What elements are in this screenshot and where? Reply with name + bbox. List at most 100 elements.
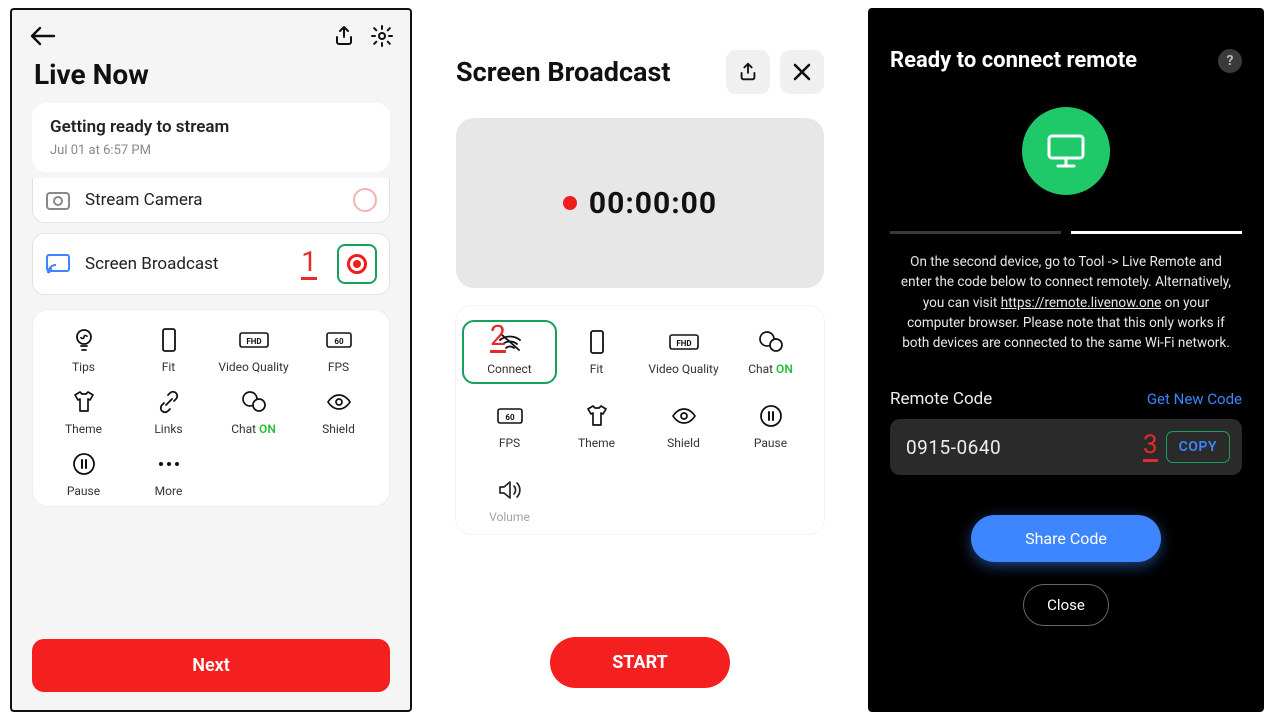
eye-icon	[326, 388, 352, 416]
close-button[interactable]	[780, 50, 824, 94]
close-button[interactable]: Close	[1023, 584, 1109, 626]
tool-pause[interactable]: Pause	[727, 402, 814, 450]
option-label: Screen Broadcast	[85, 254, 287, 274]
tool-label: FPS	[499, 436, 520, 450]
tool-theme[interactable]: Theme	[41, 388, 126, 436]
page-title: Live Now	[12, 48, 410, 103]
fhd-icon: FHD	[239, 326, 269, 354]
start-button[interactable]: START	[550, 637, 730, 688]
tool-tips[interactable]: Tips	[41, 326, 126, 374]
get-new-code-link[interactable]: Get New Code	[1147, 390, 1242, 408]
tool-label: Chat ON	[748, 362, 793, 376]
panel-live-now: Live Now Getting ready to stream Jul 01 …	[10, 8, 412, 712]
tool-shield[interactable]: Shield	[296, 388, 381, 436]
tool-theme[interactable]: Theme	[553, 402, 640, 450]
tool-label: Shield	[322, 422, 355, 436]
share-button[interactable]	[726, 50, 770, 94]
record-dot-icon	[563, 196, 577, 210]
broadcast-preview: 00:00:00	[456, 118, 824, 288]
tool-label: Fit	[590, 362, 603, 376]
panel-connect-remote: Ready to connect remote ? On the second …	[868, 8, 1264, 712]
tool-fps[interactable]: 60 FPS	[466, 402, 553, 450]
step-marker-1: 1	[301, 248, 317, 280]
instructions: On the second device, go to Tool -> Live…	[868, 234, 1264, 353]
tool-label: FPS	[328, 360, 349, 374]
tool-video-quality[interactable]: FHD Video Quality	[211, 326, 296, 374]
remote-url[interactable]: https://remote.livenow.one	[1001, 295, 1162, 311]
stream-status-card: Getting ready to stream Jul 01 at 6:57 P…	[32, 103, 390, 172]
tool-connect[interactable]: Connect	[464, 322, 555, 382]
tool-label: Pause	[67, 484, 100, 498]
option-screen-broadcast[interactable]: Screen Broadcast 1	[32, 233, 390, 295]
back-icon[interactable]	[28, 26, 56, 46]
fps-icon: 60	[497, 402, 523, 430]
share-code-button[interactable]: Share Code	[971, 515, 1161, 562]
tool-fit[interactable]: Fit	[553, 328, 640, 376]
svg-text:FHD: FHD	[676, 339, 691, 348]
svg-text:60: 60	[334, 337, 344, 346]
settings-icon[interactable]	[370, 24, 394, 48]
page-title: Ready to connect remote	[890, 48, 1137, 73]
lightbulb-icon	[73, 326, 95, 354]
share-icon[interactable]	[332, 24, 356, 48]
tool-video-quality[interactable]: FHD Video Quality	[640, 328, 727, 376]
tool-label: Fit	[162, 360, 175, 374]
tool-label: Tips	[72, 360, 95, 374]
chat-icon	[241, 388, 267, 416]
tool-label: Theme	[65, 422, 102, 436]
cast-icon	[45, 253, 71, 275]
link-icon	[157, 388, 181, 416]
eye-icon	[671, 402, 697, 430]
fps-icon: 60	[326, 326, 352, 354]
tool-label: Shield	[667, 436, 700, 450]
help-icon[interactable]: ?	[1218, 49, 1242, 73]
card-timestamp: Jul 01 at 6:57 PM	[50, 143, 372, 158]
camera-icon	[45, 189, 71, 211]
tool-label: Pause	[754, 436, 787, 450]
tool-pause[interactable]: Pause	[41, 450, 126, 498]
radio-on-icon	[337, 244, 377, 284]
tshirt-icon	[584, 402, 610, 430]
step-marker-2: 2	[490, 322, 506, 353]
chat-icon	[758, 328, 784, 356]
tool-fit[interactable]: Fit	[126, 326, 211, 374]
card-title: Getting ready to stream	[50, 117, 372, 137]
tool-label: More	[155, 484, 183, 498]
step-marker-3: 3	[1143, 432, 1158, 462]
phone-portrait-icon	[161, 326, 177, 354]
tool-links[interactable]: Links	[126, 388, 211, 436]
tool-shield[interactable]: Shield	[640, 402, 727, 450]
tool-volume[interactable]: Volume	[466, 476, 553, 524]
option-stream-camera[interactable]: Stream Camera	[32, 178, 390, 223]
tool-label: Chat ON	[231, 422, 276, 436]
phone-portrait-icon	[589, 328, 605, 356]
tool-label: Theme	[578, 436, 615, 450]
tool-chat[interactable]: Chat ON	[727, 328, 814, 376]
volume-icon	[497, 476, 523, 504]
svg-text:60: 60	[505, 413, 515, 422]
tool-label: Video Quality	[648, 362, 718, 376]
svg-text:FHD: FHD	[246, 337, 261, 346]
tool-fps[interactable]: 60 FPS	[296, 326, 381, 374]
monitor-badge-icon	[1022, 107, 1110, 195]
tool-more[interactable]: More	[126, 450, 211, 498]
copy-button[interactable]: COPY	[1166, 431, 1230, 463]
remote-code-box: 0915-0640 3 COPY	[890, 419, 1242, 475]
tool-label: Connect	[487, 362, 531, 376]
remote-code-value: 0915-0640	[906, 436, 1135, 459]
tool-label: Video Quality	[218, 360, 288, 374]
next-button[interactable]: Next	[32, 639, 390, 692]
option-label: Stream Camera	[85, 190, 339, 210]
tools-panel: Tips Fit FHD Video Quality 60 FPS Theme …	[32, 309, 390, 507]
pause-icon	[759, 402, 783, 430]
code-label: Remote Code	[890, 389, 992, 409]
tools-panel: Connect Fit FHD Video Quality Chat ON 60…	[456, 306, 824, 534]
tool-label: Links	[154, 422, 182, 436]
timer: 00:00:00	[589, 186, 717, 221]
fhd-icon: FHD	[669, 328, 699, 356]
tool-chat[interactable]: Chat ON	[211, 388, 296, 436]
radio-off-icon	[353, 188, 377, 212]
pause-icon	[72, 450, 96, 478]
tshirt-icon	[71, 388, 97, 416]
more-icon	[157, 450, 181, 478]
